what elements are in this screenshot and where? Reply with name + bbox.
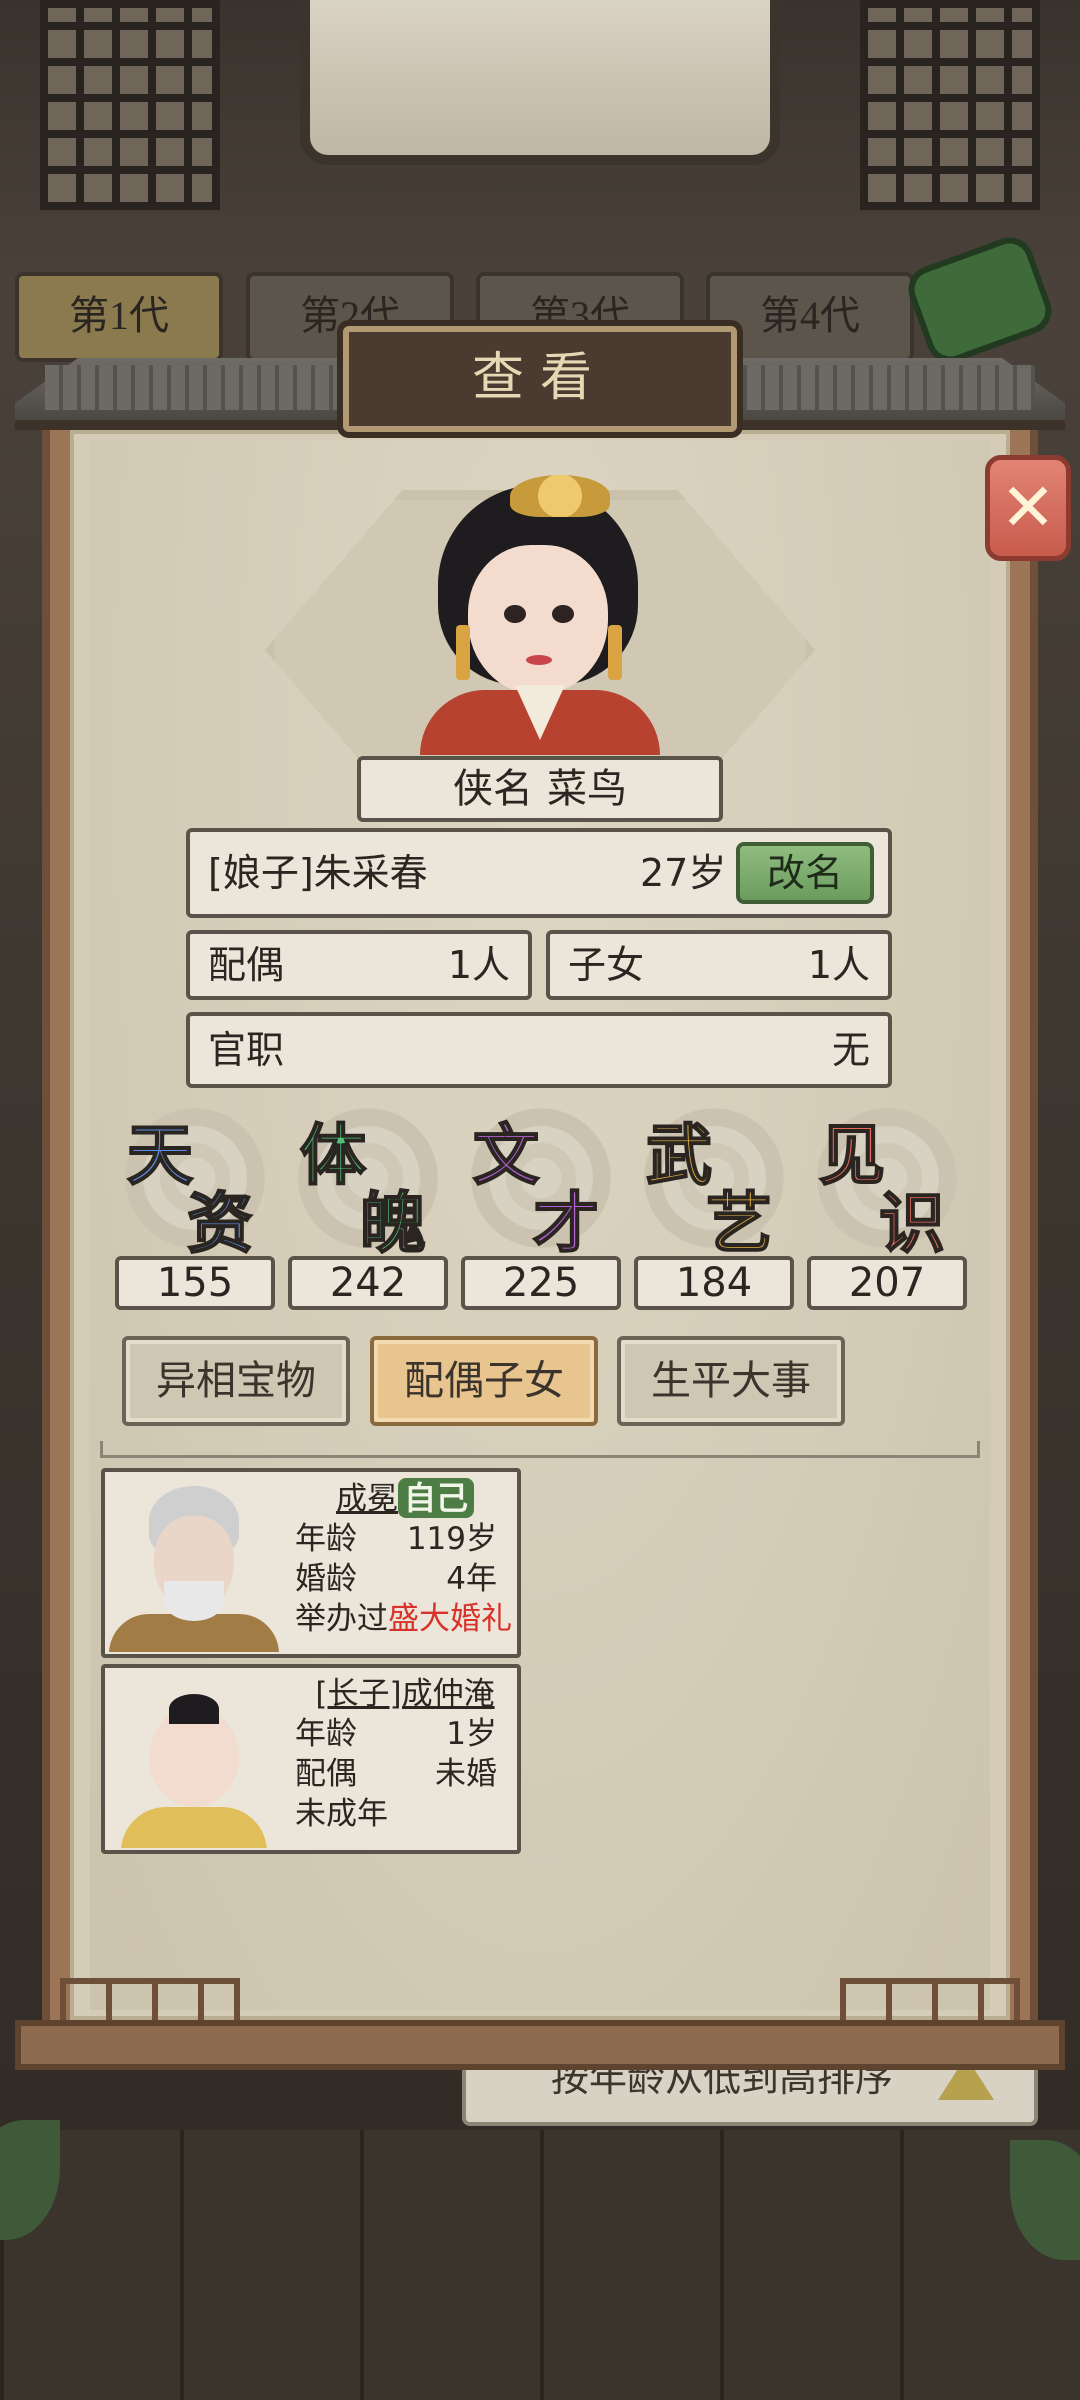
character-name: [娘子]朱采春	[208, 851, 428, 895]
attribute-char: 艺	[705, 1183, 773, 1263]
generation-tab-4[interactable]: 第4代	[706, 272, 914, 362]
member-spouse-label: 配偶	[295, 1756, 357, 1792]
attribute-char: 见	[818, 1115, 886, 1195]
nickname-label: 侠名	[453, 766, 533, 812]
member-card-child[interactable]: [长子]成仲淹 年龄 1岁 配偶 未婚 未成年	[101, 1664, 521, 1854]
member-marriage-value: 4年	[446, 1561, 497, 1597]
member-spouse-row: 配偶 未婚	[295, 1754, 515, 1794]
wedding-prefix: 举办过	[295, 1601, 388, 1637]
member-age-value: 119岁	[406, 1521, 497, 1557]
attribute-literacy: 文 才	[461, 1108, 621, 1263]
nickname-value: 菜鸟	[547, 766, 627, 812]
attribute-char: 体	[299, 1115, 367, 1195]
member-marriage-row: 婚龄 4年	[295, 1559, 515, 1599]
member-age-row: 年龄 1岁	[295, 1714, 515, 1754]
name-row: [娘子]朱采春 27岁 改名	[186, 828, 892, 918]
avatar-hair	[169, 1694, 219, 1724]
attribute-knowledge: 见 识	[807, 1108, 967, 1263]
spouse-label: 配偶	[208, 943, 285, 987]
portrait-lips	[526, 655, 552, 665]
bottom-rail-right	[840, 1978, 1020, 2024]
children-label: 子女	[568, 943, 645, 987]
children-value: 1人	[807, 943, 870, 987]
avatar-robe	[121, 1807, 267, 1848]
character-portrait	[420, 475, 660, 755]
attribute-value-physique: 242	[288, 1256, 448, 1310]
member-wedding-row: 举办过盛大婚礼	[295, 1599, 515, 1639]
attribute-value-knowledge: 207	[807, 1256, 967, 1310]
orchid-painting	[300, 0, 780, 165]
self-badge: 自己	[397, 1478, 474, 1518]
member-info: 成冕 自己 年龄 119岁 婚龄 4年 举办过盛大婚礼	[295, 1478, 515, 1639]
attribute-physique: 体 魄	[288, 1108, 448, 1263]
member-name: [长子]成仲淹	[315, 1676, 495, 1712]
member-name-row: 成冕 自己	[295, 1478, 515, 1519]
attribute-char: 才	[532, 1183, 600, 1263]
attribute-value-literacy: 225	[461, 1256, 621, 1310]
portrait-face	[468, 545, 608, 695]
member-info: [长子]成仲淹 年龄 1岁 配偶 未婚 未成年	[295, 1674, 515, 1834]
dialog-frame-base	[15, 2020, 1065, 2070]
character-age: 27岁	[640, 851, 727, 895]
attribute-char: 武	[645, 1115, 713, 1195]
children-count-box: 子女 1人	[546, 930, 892, 1000]
generation-tab-1[interactable]: 第1代	[15, 272, 223, 362]
attribute-value-martial: 184	[634, 1256, 794, 1310]
child-avatar	[109, 1672, 279, 1848]
attribute-char: 魄	[359, 1183, 427, 1263]
member-marriage-label: 婚龄	[295, 1561, 357, 1597]
attribute-char: 天	[126, 1115, 194, 1195]
attribute-char: 资	[186, 1183, 254, 1263]
close-x-icon[interactable]: ✕	[985, 455, 1071, 561]
tab-spouse-children[interactable]: 配偶子女	[370, 1336, 598, 1426]
member-status: 未成年	[295, 1796, 388, 1832]
attribute-talent: 天 资	[115, 1108, 275, 1263]
member-spouse-value: 未婚	[435, 1756, 497, 1792]
tab-treasures[interactable]: 异相宝物	[122, 1336, 350, 1426]
portrait-eye	[504, 605, 526, 623]
attribute-char: 识	[878, 1183, 946, 1263]
elder-avatar	[109, 1476, 279, 1652]
member-age-label: 年龄	[295, 1521, 357, 1557]
spouse-count-box: 配偶 1人	[186, 930, 532, 1000]
attribute-char: 文	[472, 1115, 540, 1195]
member-card-self[interactable]: 成冕 自己 年龄 119岁 婚龄 4年 举办过盛大婚礼	[101, 1468, 521, 1658]
nickname-box: 侠名 菜鸟	[357, 756, 723, 822]
portrait-eye	[552, 605, 574, 623]
office-value: 无	[831, 1028, 870, 1072]
wooden-floor	[0, 2130, 1080, 2400]
member-name: 成冕	[335, 1481, 398, 1517]
member-age-value: 1岁	[446, 1716, 497, 1752]
wedding-highlight: 盛大婚礼	[388, 1601, 512, 1637]
dialog-title: 查看	[343, 326, 737, 432]
tassel-ornament	[456, 625, 470, 680]
tab-life-events[interactable]: 生平大事	[617, 1336, 845, 1426]
section-divider	[100, 1441, 980, 1458]
rename-button[interactable]: 改名	[736, 842, 874, 904]
bottom-rail-left	[60, 1978, 240, 2024]
attribute-value-talent: 155	[115, 1256, 275, 1310]
hair-ornament	[510, 475, 610, 517]
spouse-value: 1人	[447, 943, 510, 987]
attribute-martial: 武 艺	[634, 1108, 794, 1263]
tassel-ornament	[608, 625, 622, 680]
member-age-label: 年龄	[295, 1716, 357, 1752]
lattice-window-right	[860, 0, 1040, 210]
office-label: 官职	[208, 1028, 285, 1072]
member-age-row: 年龄 119岁	[295, 1519, 515, 1559]
avatar-beard	[164, 1581, 224, 1621]
office-box: 官职 无	[186, 1012, 892, 1088]
lattice-window-left	[40, 0, 220, 210]
